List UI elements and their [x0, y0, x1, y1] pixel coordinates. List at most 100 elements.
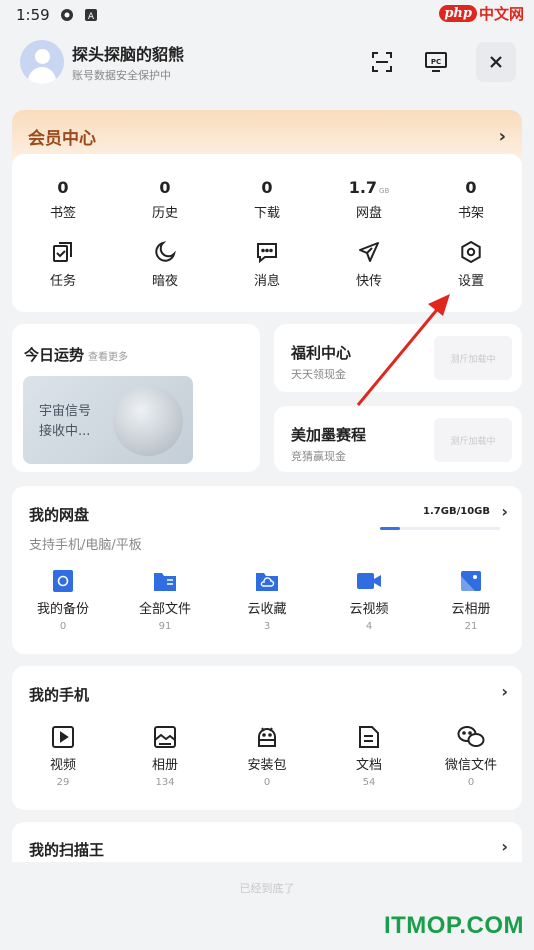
pc-button[interactable]: PC — [416, 42, 456, 82]
phone-item-documents[interactable]: 文档 54 — [318, 724, 420, 788]
tool-label: 任务 — [49, 274, 76, 289]
app-notification-icon: A — [84, 9, 97, 22]
phone-item-count: 54 — [362, 777, 376, 788]
fortune-image[interactable]: 宇宙信号 接收中... — [23, 376, 193, 464]
chevron-right-icon: › — [498, 125, 506, 147]
phone-item-count: 0 — [263, 777, 271, 788]
phone-item-count: 29 — [56, 777, 70, 788]
phone-item-apk[interactable]: 安装包 0 — [216, 724, 318, 788]
stat-value: 0 — [159, 178, 171, 197]
cloud-disk-title: 我的网盘 — [29, 506, 90, 524]
user-subtitle: 账号数据安全保护中 — [72, 69, 171, 82]
welfare-card[interactable]: 福利中心 天天领现金 测斤加载中 — [274, 324, 522, 392]
phone-item-label: 文档 — [355, 758, 382, 773]
usage-progress-bar — [380, 527, 500, 530]
welfare-placeholder-button[interactable]: 测斤加载中 — [434, 336, 512, 380]
phone-item-label: 安装包 — [247, 758, 287, 773]
stat-value: 0 — [465, 178, 477, 197]
album-icon — [154, 726, 176, 748]
fortune-title: 今日运势 — [24, 346, 85, 364]
my-phone-title: 我的手机 — [29, 686, 90, 704]
stat-downloads[interactable]: 0 下载 — [216, 178, 318, 221]
folder-icon — [154, 573, 176, 591]
tool-night[interactable]: 暗夜 — [114, 238, 216, 289]
watermark-php: php 中文网 — [439, 0, 524, 26]
watermark-php-text: 中文网 — [478, 4, 524, 23]
watermark-php-badge: php — [439, 4, 477, 22]
cloud-disk-card: 我的网盘 支持手机/电脑/平板 1.7GB/10GB › 我的备份 0 全部文件… — [12, 486, 522, 654]
schedule-card[interactable]: 美加墨赛程 竞猜赢现金 测斤加载中 — [274, 406, 522, 472]
stat-bookshelf[interactable]: 0 书架 — [420, 178, 522, 221]
stat-netdisk[interactable]: 1.7 GB 网盘 — [318, 178, 420, 221]
disk-item-label: 我的备份 — [36, 602, 89, 617]
disk-item-count: 0 — [59, 621, 67, 632]
chevron-right-icon[interactable]: › — [501, 682, 508, 701]
photo-icon — [461, 571, 481, 591]
tool-send[interactable]: 快传 — [318, 238, 420, 289]
phone-item-album[interactable]: 相册 134 — [114, 724, 216, 788]
video-icon — [357, 573, 381, 589]
location-icon — [60, 9, 73, 21]
end-of-list-text: 已经到底了 — [239, 882, 295, 895]
user-info[interactable]: 探头探脑的貂熊 账号数据安全保护中 — [72, 41, 184, 83]
phone-item-label: 微信文件 — [444, 758, 497, 773]
disk-item-cloud-video[interactable]: 云视频 4 — [318, 568, 420, 632]
cloud-disk-usage: 1.7GB/10GB — [423, 506, 490, 517]
my-scanner-card[interactable]: 我的扫描王 › — [12, 822, 522, 862]
fortune-text: 宇宙信号 接收中... — [39, 402, 91, 442]
pc-icon: PC — [425, 52, 447, 72]
disk-item-label: 云收藏 — [247, 602, 287, 617]
user-name: 探头探脑的貂熊 — [72, 45, 185, 64]
tool-message[interactable]: 消息 — [216, 238, 318, 289]
tool-task[interactable]: 任务 — [12, 238, 114, 289]
disk-item-count: 4 — [365, 621, 373, 632]
chevron-right-icon[interactable]: › — [501, 502, 508, 521]
chevron-right-icon[interactable]: › — [501, 837, 508, 856]
disk-item-all-files[interactable]: 全部文件 91 — [114, 568, 216, 632]
moon-icon — [155, 241, 176, 262]
stat-label: 网盘 — [355, 206, 382, 221]
fortune-line-2: 接收中... — [39, 424, 91, 439]
send-icon — [359, 242, 379, 262]
tool-settings[interactable]: 设置 — [420, 238, 522, 289]
stats-row: 0 书签 0 历史 0 下载 1.7 GB 网盘 0 书架 — [12, 178, 522, 221]
svg-text:A: A — [88, 12, 95, 22]
fortune-card[interactable]: 今日运势 查看更多 宇宙信号 接收中... — [12, 324, 260, 472]
status-time: 1:59 — [16, 6, 50, 24]
disk-item-backup[interactable]: 我的备份 0 — [12, 568, 114, 632]
message-icon — [257, 243, 277, 264]
disk-item-cloud-favorites[interactable]: 云收藏 3 — [216, 568, 318, 632]
stat-label: 书架 — [457, 206, 484, 221]
stat-value: 0 — [261, 178, 273, 197]
avatar[interactable] — [20, 40, 64, 84]
cloud-disk-subtitle: 支持手机/电脑/平板 — [29, 538, 142, 553]
my-phone-items: 视频 29 相册 134 安装包 0 文档 54 微信文件 0 — [12, 724, 522, 788]
stat-bookmarks[interactable]: 0 书签 — [12, 178, 114, 221]
wechat-icon — [457, 726, 485, 747]
disk-item-label: 全部文件 — [138, 602, 191, 617]
close-icon — [490, 56, 502, 68]
scan-button[interactable] — [362, 42, 402, 82]
phone-item-wechat-files[interactable]: 微信文件 0 — [420, 724, 522, 788]
stat-value: 1.7 — [348, 178, 378, 197]
usage-progress-fill — [380, 527, 401, 530]
stat-label: 历史 — [151, 206, 178, 221]
fortune-more-link[interactable]: 查看更多 — [88, 348, 128, 363]
tool-label: 快传 — [355, 274, 382, 289]
schedule-placeholder-button[interactable]: 测斤加载中 — [434, 418, 512, 462]
tool-label: 设置 — [457, 274, 484, 289]
phone-item-video[interactable]: 视频 29 — [12, 724, 114, 788]
svg-text:PC: PC — [431, 58, 441, 66]
play-icon — [52, 726, 74, 748]
phone-item-count: 0 — [467, 777, 475, 788]
close-button[interactable] — [476, 42, 516, 82]
cloud-folder-icon — [256, 573, 278, 591]
stats-card: 0 书签 0 历史 0 下载 1.7 GB 网盘 0 书架 任务 暗夜 消息 快… — [12, 154, 522, 312]
settings-icon — [461, 240, 481, 264]
phone-item-label: 视频 — [49, 758, 76, 773]
stat-history[interactable]: 0 历史 — [114, 178, 216, 221]
my-phone-card: 我的手机 › 视频 29 相册 134 安装包 0 文档 54 微信文件 0 — [12, 666, 522, 810]
fortune-line-1: 宇宙信号 — [39, 404, 92, 419]
disk-item-count: 21 — [464, 621, 478, 632]
disk-item-cloud-album[interactable]: 云相册 21 — [420, 568, 522, 632]
